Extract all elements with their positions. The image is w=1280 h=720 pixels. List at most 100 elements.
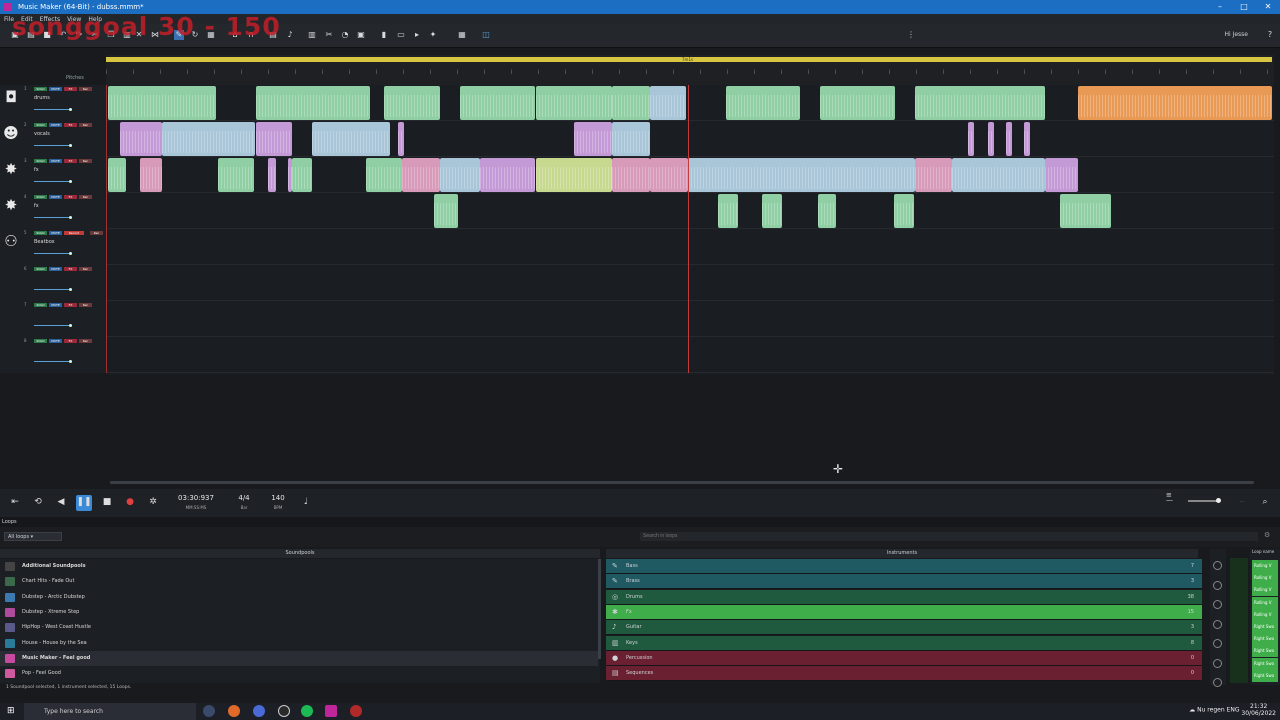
loop-name-item[interactable]: Rolling V [1252,572,1278,585]
track-volume-slider[interactable] [34,108,72,111]
chrome-icon[interactable] [253,705,265,717]
pitch-indicator-icon[interactable] [1213,639,1222,648]
soundpool-item[interactable]: Dubstep - Arctic Dubstep [0,590,598,605]
track-fx-button[interactable]: FX [64,159,77,163]
track-rec-button[interactable]: Rec [79,303,92,307]
track-rec-button[interactable]: Rec [79,195,92,199]
settings-icon[interactable]: ✲ [146,495,160,509]
track-fx-button[interactable]: FX [64,195,77,199]
pitch-indicator-icon[interactable] [1213,619,1222,629]
track-fx-button[interactable]: FX [64,303,77,307]
instrument-item[interactable]: ◎ Drums 38 [606,589,1202,605]
track-header[interactable]: 6 SOLO MUTE FX Rec [0,265,106,301]
horizontal-scrollbar[interactable] [110,481,1254,484]
vocal-icon[interactable]: ☻ [2,124,20,142]
track-header[interactable]: 7 SOLO MUTE FX Rec [0,301,106,337]
track-row[interactable]: ✸ 3 fx SOLO MUTE FX Rec [0,157,1274,193]
track-volume-slider[interactable] [34,180,72,183]
note-icon[interactable]: ♪ [285,30,295,40]
track-row[interactable]: 8 SOLO MUTE FX Rec [0,337,1274,373]
track-name[interactable]: drums [34,95,50,101]
pitch-indicator-icon[interactable] [1213,678,1222,687]
soundpool-item[interactable]: Pop - Feel Good [0,666,598,681]
store-icon[interactable]: ◫ [481,30,491,40]
track-solo-button[interactable]: SOLO [34,267,47,271]
clock-date[interactable]: 30/06/2022 [1241,710,1276,717]
track-icon[interactable] [2,268,20,286]
instrument-item[interactable]: ♪ Guitar 3 [606,620,1202,636]
pitch-indicator-icon[interactable] [1213,580,1222,590]
track-name[interactable]: fx [34,203,39,209]
tempo-display[interactable]: 140 [268,494,288,502]
pitch-indicator-icon[interactable] [1213,561,1222,570]
track-solo-button[interactable]: SOLO [34,231,47,235]
track-fx-button[interactable]: FX [64,339,77,343]
track-row[interactable]: ☻ 2 vocals SOLO MUTE FX Rec [0,121,1274,157]
eq-icon[interactable]: ▮ [379,30,389,40]
track-solo-button[interactable]: SOLO [34,87,47,91]
track-rec-button[interactable]: Rec [90,231,103,235]
time-display[interactable]: 03:30:937 [172,494,220,502]
track-rec-button[interactable]: Rec [79,159,92,163]
close-button[interactable]: ✕ [1256,0,1280,14]
recorder-icon[interactable] [350,705,362,717]
track-solo-button[interactable]: SOLO [34,159,47,163]
time-signature[interactable]: 4/4 [234,494,254,502]
track-row[interactable]: 6 SOLO MUTE FX Rec [0,265,1274,301]
track-header[interactable]: 8 SOLO MUTE FX Rec [0,337,106,373]
loops-search-input[interactable] [640,532,1258,541]
minimize-button[interactable]: – [1208,0,1232,14]
loop-name-item[interactable]: Right Swo [1252,657,1278,670]
loop-toggle-icon[interactable]: ⟲ [31,495,45,509]
fx-icon[interactable]: ✸ [2,160,20,178]
track-icon[interactable] [2,304,20,322]
instrument-item[interactable]: ▥ Keys 8 [606,635,1202,651]
instrument-item[interactable]: ✎ Brass 3 [606,574,1202,590]
loop-name-item[interactable]: Rolling V [1252,596,1278,609]
track-solo-button[interactable]: SOLO [34,303,47,307]
loop-name-item[interactable]: Rolling V [1252,608,1278,621]
clock-time[interactable]: 21:32 [1250,703,1267,710]
track-rec-button[interactable]: Rec [79,339,92,343]
loops-filter-dropdown[interactable]: All loops ▾ [4,532,62,541]
track-solo-button[interactable]: SOLO [34,123,47,127]
track-header[interactable]: ✸ 4 fx SOLO MUTE FX Rec [0,193,106,229]
track-fx-button[interactable]: FX [64,267,77,271]
task-view-icon[interactable] [203,705,215,717]
track-icon[interactable] [2,340,20,358]
loop-name-item[interactable]: Rolling V [1252,560,1278,572]
soundpool-item[interactable]: House - House by the Sea [0,636,598,651]
maximize-button[interactable]: □ [1232,0,1256,14]
pitch-indicator-icon[interactable] [1213,658,1222,668]
track-fx-button[interactable]: FX [64,87,77,91]
track-mute-button[interactable]: MUTE [49,159,62,163]
track-mute-button[interactable]: MUTE [49,87,62,91]
track-row[interactable]: ✸ 4 fx SOLO MUTE FX Rec [0,193,1274,229]
track-rec-button[interactable]: Rec [79,123,92,127]
start-icon[interactable]: ⊞ [7,706,15,716]
language[interactable]: ENG [1227,707,1240,714]
track-mute-button[interactable]: MUTE [49,231,62,235]
track-name[interactable]: Beatbox [34,239,55,245]
loop-name-item[interactable]: Right Swo [1252,645,1278,658]
loop-name-item[interactable]: Right Swo [1252,669,1278,682]
track-volume-slider[interactable] [34,144,72,147]
track-volume-slider[interactable] [34,360,72,363]
track-mute-button[interactable]: MUTE [49,195,62,199]
track-header[interactable]: ✸ 3 fx SOLO MUTE FX Rec [0,157,106,193]
instrument-item[interactable]: ▤ Sequences 0 [606,666,1202,682]
obs-icon[interactable] [278,705,290,717]
track-row[interactable]: ⚇ 5 Beatbox SOLO MUTE Record Rec [0,229,1274,265]
track-mute-button[interactable]: MUTE [49,267,62,271]
guitar-icon[interactable]: ▸ [412,30,422,40]
loops-settings-icon[interactable]: ⚙ [1264,531,1270,539]
track-volume-slider[interactable] [34,216,72,219]
track-mute-button[interactable]: MUTE [49,303,62,307]
soundpool-scrollbar[interactable] [598,559,601,659]
loop-name-item[interactable]: Rolling V [1252,584,1278,597]
track-fx-button[interactable]: FX [64,123,77,127]
metronome-icon[interactable]: ♩ [299,495,313,509]
rewind-icon[interactable]: ◀ [54,495,68,509]
track-mute-button[interactable]: MUTE [49,123,62,127]
track-mute-button[interactable]: MUTE [49,339,62,343]
